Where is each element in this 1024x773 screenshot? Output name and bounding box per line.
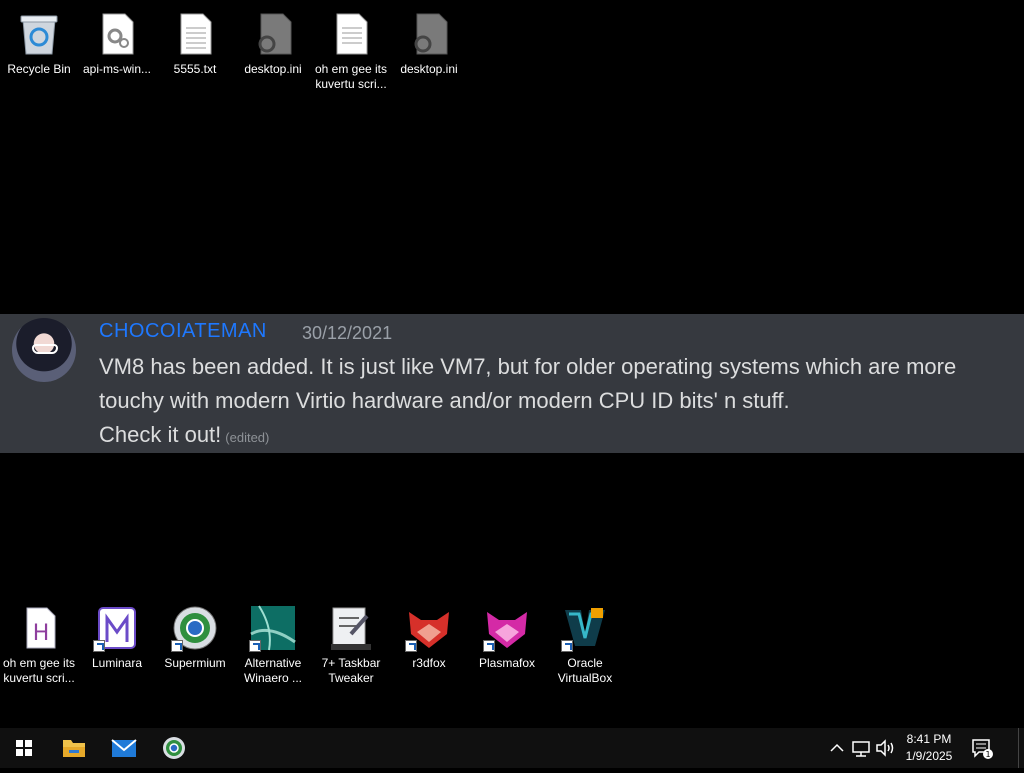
supermium-icon <box>171 604 219 652</box>
desktop-icon-desktop-ini-1[interactable]: desktop.ini <box>234 4 312 77</box>
icon-label: Plasmafox <box>478 656 536 670</box>
icon-label: Luminara <box>91 656 143 670</box>
icon-label: Supermium <box>164 656 226 670</box>
taskbar-file-explorer[interactable] <box>50 728 98 768</box>
icon-label: r3dfox <box>412 656 446 670</box>
icon-label: Oracle VirtualBox <box>557 656 613 685</box>
volume-icon <box>876 739 894 757</box>
taskbar-mail[interactable] <box>100 728 148 768</box>
html-file-icon: H <box>15 604 63 652</box>
file-explorer-icon <box>63 740 85 757</box>
r3dfox-icon <box>405 604 453 652</box>
icon-label: oh em gee its kuvertu scri... <box>2 656 76 685</box>
desktop-icon-desktop-ini-2[interactable]: desktop.ini <box>390 4 468 77</box>
chevron-up-icon <box>830 743 844 752</box>
shortcut-arrow-icon <box>249 640 261 652</box>
icon-label: api-ms-win... <box>82 62 151 76</box>
virtualbox-icon <box>561 604 609 652</box>
taskbar-tweaker-icon <box>327 604 375 652</box>
shortcut-arrow-icon <box>561 640 573 652</box>
shortcut-arrow-icon <box>483 640 495 652</box>
icon-label: desktop.ini <box>400 62 458 76</box>
desktop-icon-virtualbox[interactable]: Oracle VirtualBox <box>546 598 624 686</box>
tray-network[interactable] <box>850 736 872 760</box>
mail-icon <box>111 739 137 757</box>
show-desktop-button[interactable] <box>1018 728 1024 768</box>
action-center-button[interactable]: 1 <box>970 736 994 760</box>
desktop-icon-api-ms-win[interactable]: api-ms-win... <box>78 4 156 77</box>
desktop-icon-luminara[interactable]: Luminara <box>78 598 156 671</box>
system-file-icon <box>93 10 141 58</box>
desktop-icon-plasmafox[interactable]: Plasmafox <box>468 598 546 671</box>
desktop-icon-kuvertu-html[interactable]: H oh em gee its kuvertu scri... <box>0 598 78 686</box>
icon-label: Alternative Winaero ... <box>243 656 303 685</box>
start-icon <box>16 740 32 756</box>
taskbar-clock[interactable]: 8:41 PM 1/9/2025 <box>898 731 960 765</box>
avatar <box>12 318 76 382</box>
icon-label: Recycle Bin <box>7 62 71 76</box>
desktop-icon-taskbar-tweaker[interactable]: 7+ Taskbar Tweaker <box>312 598 390 686</box>
desktop-icon-kuvertu-script[interactable]: oh em gee its kuvertu scri... <box>312 4 390 92</box>
icon-label: 7+ Taskbar Tweaker <box>321 656 381 685</box>
desktop-icon-recycle-bin[interactable]: Recycle Bin <box>0 4 78 77</box>
svg-text:H: H <box>33 621 50 646</box>
supermium-icon <box>163 737 185 759</box>
shortcut-arrow-icon <box>405 640 417 652</box>
shortcut-arrow-icon <box>93 640 105 652</box>
luminara-icon <box>93 604 141 652</box>
settings-file-icon <box>249 10 297 58</box>
network-icon <box>852 741 870 757</box>
edited-tag: (edited) <box>225 430 270 445</box>
icon-label: desktop.ini <box>244 62 302 76</box>
message-body: VM8 has been added. It is just like VM7,… <box>99 350 1014 455</box>
tray-overflow[interactable] <box>828 736 846 760</box>
clock-time: 8:41 PM <box>906 732 952 746</box>
taskbar-supermium[interactable] <box>150 728 198 768</box>
message-username: CHOCOIATEMAN <box>99 320 267 342</box>
text-file-icon <box>327 10 375 58</box>
message-line-3: Check it out! <box>99 422 222 447</box>
settings-file-icon <box>405 10 453 58</box>
notification-icon: 1 <box>972 739 993 759</box>
icon-label: oh em gee its kuvertu scri... <box>314 62 388 91</box>
clock-date: 1/9/2025 <box>905 749 953 763</box>
shortcut-arrow-icon <box>171 640 183 652</box>
plasmafox-icon <box>483 604 531 652</box>
desktop-icon-r3dfox[interactable]: r3dfox <box>390 598 468 671</box>
winaero-icon <box>249 604 297 652</box>
taskbar: 8:41 PM 1/9/2025 1 <box>0 728 1024 768</box>
desktop-icon-5555-txt[interactable]: 5555.txt <box>156 4 234 77</box>
message-date: 30/12/2021 <box>302 323 393 343</box>
icon-label: 5555.txt <box>173 62 217 76</box>
recycle-bin-icon <box>15 10 63 58</box>
text-file-icon <box>171 10 219 58</box>
start-button[interactable] <box>0 728 48 768</box>
message-text: VM8 has been added. It is just like VM7,… <box>99 354 957 413</box>
notification-count: 1 <box>985 750 990 759</box>
desktop[interactable]: Recycle Bin api-ms-win... 5555.txt deskt… <box>0 0 1024 728</box>
desktop-icon-supermium[interactable]: Supermium <box>156 598 234 671</box>
tray-volume[interactable] <box>874 736 896 760</box>
desktop-icon-winaero[interactable]: Alternative Winaero ... <box>234 598 312 686</box>
